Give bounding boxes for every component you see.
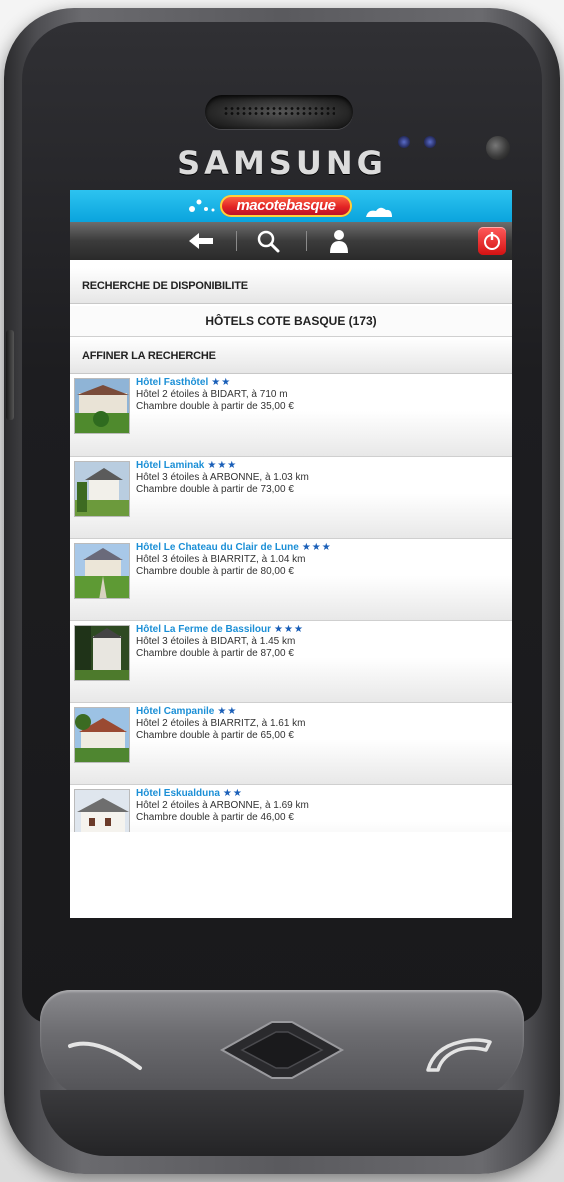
hotel-photo: [74, 707, 130, 763]
hotel-price: Chambre double à partir de 65,00 €: [136, 730, 294, 741]
hotel-photo: [74, 789, 130, 832]
hotel-photo: [74, 543, 130, 599]
toolbar-divider: [236, 231, 237, 251]
hotel-detail: Hôtel 3 étoiles à BIDART, à 1.45 km: [136, 636, 296, 647]
dots-icon: [189, 199, 215, 212]
phone-screen: macotebasque RECHERCHE DE DISPONIBILITE …: [70, 190, 512, 918]
search-icon[interactable]: [254, 228, 284, 254]
toolbar-divider: [306, 231, 307, 251]
hotel-price: Chambre double à partir de 35,00 €: [136, 401, 294, 412]
home-key[interactable]: [218, 1018, 346, 1082]
power-button[interactable]: [478, 227, 506, 255]
hotel-stars: ★★★: [207, 460, 238, 471]
back-arrow-icon[interactable]: [186, 228, 216, 254]
hotel-stars: ★★★: [301, 542, 332, 553]
availability-search-header[interactable]: RECHERCHE DE DISPONIBILITE: [70, 268, 512, 304]
hotel-name[interactable]: Hôtel Laminak: [136, 460, 204, 471]
hotel-detail: Hôtel 2 étoiles à ARBONNE, à 1.69 km: [136, 800, 309, 811]
app-header: macotebasque: [70, 190, 512, 222]
hotel-stars: ★★: [222, 788, 243, 799]
earpiece-speaker: [205, 95, 353, 129]
side-volume-key[interactable]: [6, 330, 14, 420]
hotel-list-item[interactable]: Hôtel Campanile ★★ Hôtel 2 étoiles à BIAR…: [70, 702, 512, 784]
refine-search-header[interactable]: AFFINER LA RECHERCHE: [70, 338, 512, 374]
call-key-icon[interactable]: [66, 1034, 146, 1074]
hotel-detail: Hôtel 3 étoiles à ARBONNE, à 1.03 km: [136, 472, 309, 483]
hotel-name[interactable]: Hôtel Le Chateau du Clair de Lune: [136, 542, 299, 553]
hotel-stars: ★★: [217, 706, 238, 717]
hotel-list-item[interactable]: Hôtel Eskualduna ★★ Hôtel 2 étoiles à ARB…: [70, 784, 512, 832]
hotel-detail: Hôtel 3 étoiles à BIARRITZ, à 1.04 km: [136, 554, 306, 565]
results-title: HÔTELS COTE BASQUE (173): [70, 306, 512, 337]
hotel-photo: [74, 625, 130, 681]
hotel-list-item[interactable]: Hôtel Fasthôtel ★★ Hôtel 2 étoiles à BIDA…: [70, 374, 512, 456]
hotel-list-item[interactable]: Hôtel Laminak ★★★ Hôtel 3 étoiles à ARBON…: [70, 456, 512, 538]
hotel-list-item[interactable]: Hôtel La Ferme de Bassilour ★★★ Hôtel 3 é…: [70, 620, 512, 702]
hotel-detail: Hôtel 2 étoiles à BIDART, à 710 m: [136, 389, 288, 400]
hotel-name[interactable]: Hôtel La Ferme de Bassilour: [136, 624, 271, 635]
hotel-price: Chambre double à partir de 87,00 €: [136, 648, 294, 659]
phone-chin: [40, 1090, 524, 1156]
hotel-price: Chambre double à partir de 46,00 €: [136, 812, 294, 823]
hotel-detail: Hôtel 2 étoiles à BIARRITZ, à 1.61 km: [136, 718, 306, 729]
cloud-icon: [366, 207, 392, 217]
toolbar: [70, 222, 512, 260]
hotel-name[interactable]: Hôtel Eskualduna: [136, 788, 220, 799]
hotel-list-item[interactable]: Hôtel Le Chateau du Clair de Lune ★★★ Hôt…: [70, 538, 512, 620]
hotel-stars: ★★★: [274, 624, 304, 635]
hotel-price: Chambre double à partir de 73,00 €: [136, 484, 294, 495]
hotel-name[interactable]: Hôtel Campanile: [136, 706, 214, 717]
power-icon: [484, 232, 500, 250]
end-call-key-icon[interactable]: [420, 1034, 500, 1074]
app-logo[interactable]: macotebasque: [220, 195, 352, 217]
hotel-photo: [74, 461, 130, 517]
hotel-list: Hôtel Fasthôtel ★★ Hôtel 2 étoiles à BIDA…: [70, 374, 512, 832]
brand-logo: SAMSUNG: [177, 144, 387, 182]
hotel-name[interactable]: Hôtel Fasthôtel: [136, 377, 208, 388]
hotel-stars: ★★: [211, 377, 232, 388]
hotel-price: Chambre double à partir de 80,00 €: [136, 566, 294, 577]
hotel-photo: [74, 378, 130, 434]
user-icon[interactable]: [324, 228, 354, 254]
